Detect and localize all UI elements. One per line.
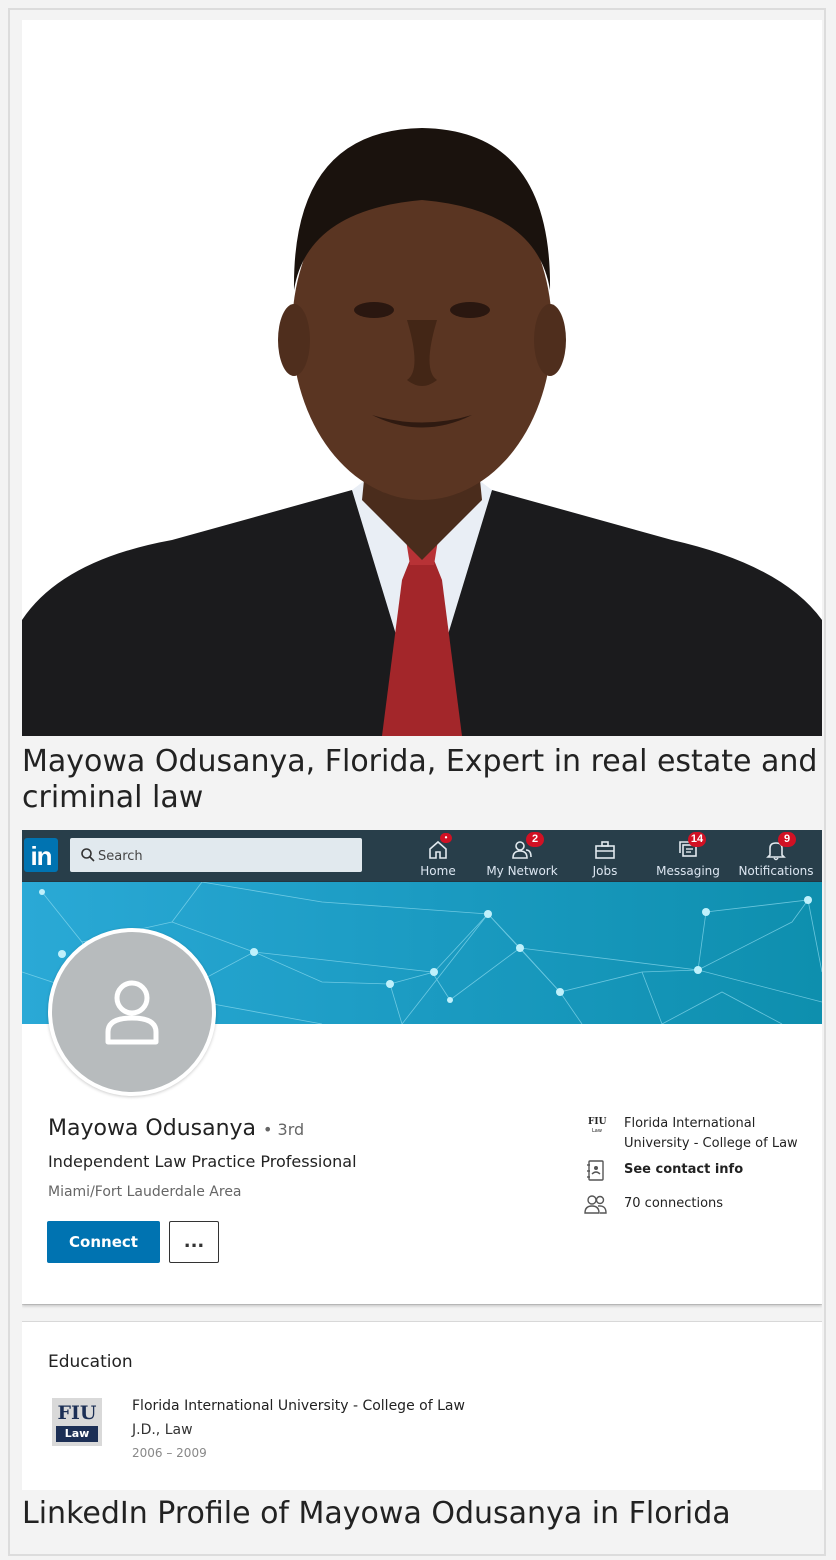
screenshot-caption: LinkedIn Profile of Mayowa Odusanya in F… <box>22 1496 731 1531</box>
top-nav: in • Home 2 My Network <box>22 830 822 882</box>
home-badge: • <box>440 833 452 843</box>
education-title: Education <box>48 1352 133 1372</box>
profile-name-line: Mayowa Odusanya • 3rd <box>48 1116 304 1141</box>
nav-home-label: Home <box>420 864 456 878</box>
fiu-logo-text: FIU <box>57 1402 97 1424</box>
fiu-logo-sub: Law <box>56 1426 98 1442</box>
user-placeholder-icon <box>105 980 159 1045</box>
nav-my-network-label: My Network <box>486 864 558 878</box>
search-box[interactable] <box>70 838 362 874</box>
linkedin-logo[interactable]: in <box>24 838 58 872</box>
nav-home[interactable]: • Home <box>420 830 456 882</box>
see-contact-info-link[interactable]: See contact info <box>624 1160 822 1180</box>
education-dates: 2006 – 2009 <box>132 1446 207 1460</box>
profile-name: Mayowa Odusanya <box>48 1116 257 1141</box>
education-degree: J.D., Law <box>132 1422 193 1438</box>
nav-messaging[interactable]: 14 Messaging <box>654 830 722 882</box>
fiu-small-logo: FIU Law <box>588 1117 607 1135</box>
nav-my-network[interactable]: 2 My Network <box>484 830 560 882</box>
search-icon <box>81 848 95 862</box>
profile-location: Miami/Fort Lauderdale Area <box>48 1184 242 1200</box>
side-school-name: Florida International University - Colle… <box>624 1116 798 1151</box>
nav-jobs-label: Jobs <box>592 864 618 878</box>
briefcase-icon <box>595 841 615 859</box>
connect-button[interactable]: Connect <box>47 1221 160 1263</box>
education-card: Education FIU Law Florida International … <box>22 1322 822 1490</box>
profile-photo <box>22 20 822 736</box>
nav-jobs[interactable]: Jobs <box>582 830 628 882</box>
nav-notifications-label: Notifications <box>738 864 814 878</box>
search-input[interactable] <box>96 838 360 874</box>
connection-degree: • 3rd <box>263 1120 305 1139</box>
photo-caption: Mayowa Odusanya, Florida, Expert in real… <box>22 744 818 815</box>
nav-notifications[interactable]: 9 Notifications <box>734 830 818 882</box>
notifications-badge: 9 <box>778 832 796 847</box>
messaging-badge: 14 <box>688 832 706 847</box>
address-book-icon <box>587 1160 604 1181</box>
connections-icon <box>584 1195 607 1214</box>
linkedin-screenshot: in • Home 2 My Network <box>22 830 822 1490</box>
profile-card: Mayowa Odusanya • 3rd Independent Law Pr… <box>22 882 822 1304</box>
network-badge: 2 <box>526 832 544 847</box>
connections-count: 70 connections <box>624 1196 724 1211</box>
avatar[interactable] <box>48 928 216 1096</box>
nav-messaging-label: Messaging <box>656 864 720 878</box>
more-actions-button[interactable]: ... <box>169 1221 219 1263</box>
fiu-law-logo[interactable]: FIU Law <box>52 1398 102 1446</box>
profile-headline: Independent Law Practice Professional <box>48 1152 357 1171</box>
education-school[interactable]: Florida International University - Colle… <box>132 1398 465 1414</box>
